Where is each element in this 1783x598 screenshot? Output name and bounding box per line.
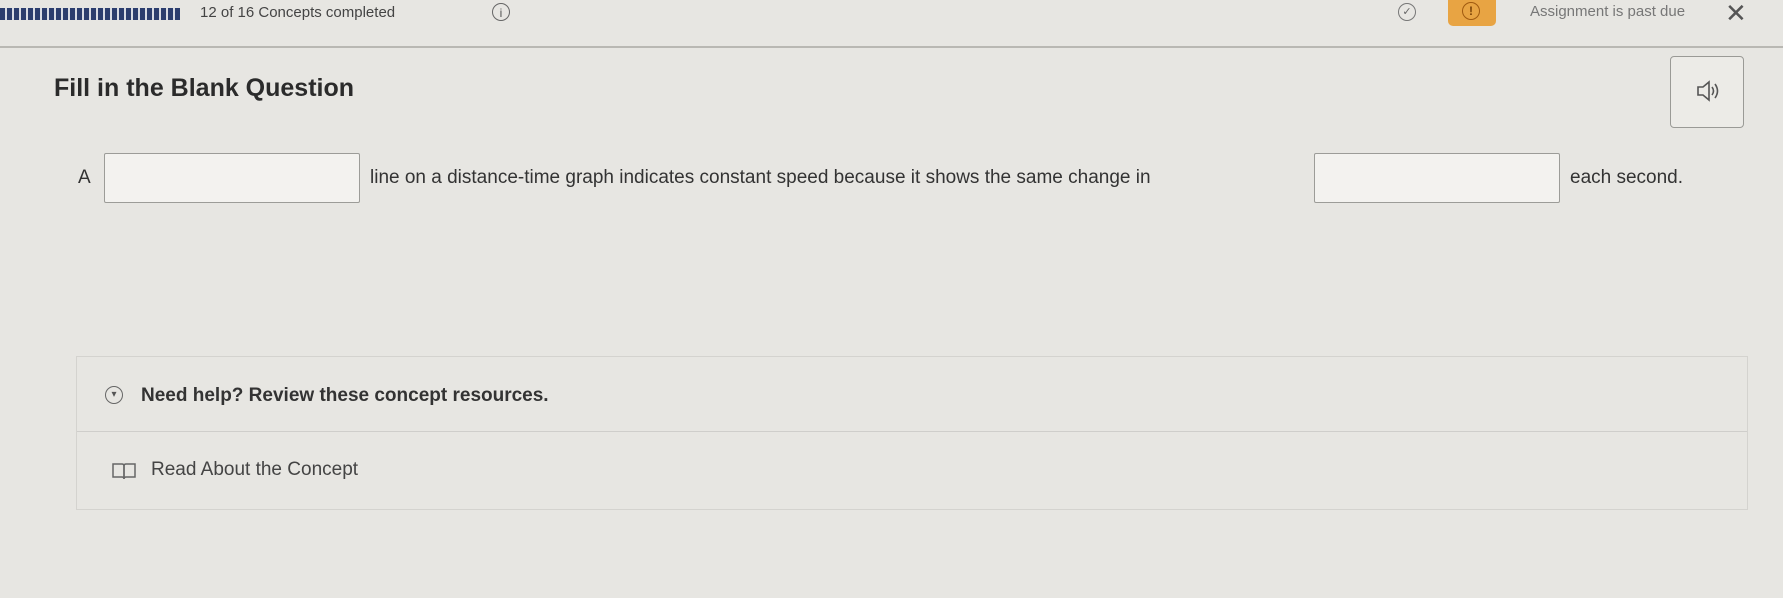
help-panel: ▾ Need help? Review these concept resour…	[76, 356, 1748, 510]
info-icon[interactable]: i	[492, 3, 510, 21]
check-icon[interactable]: ✓	[1398, 3, 1416, 21]
past-due-status: Assignment is past due	[1530, 3, 1686, 20]
blank-input-2[interactable]	[1314, 153, 1560, 203]
question-sentence: A line on a distance-time graph indicate…	[78, 150, 1758, 206]
resource-item-read-concept[interactable]: Read About the Concept	[77, 431, 1747, 509]
speaker-icon	[1697, 80, 1719, 102]
progress-bar	[0, 8, 180, 20]
warning-badge[interactable]: !	[1448, 0, 1496, 26]
read-aloud-button[interactable]	[1670, 56, 1744, 128]
help-toggle[interactable]: ▾ Need help? Review these concept resour…	[77, 357, 1747, 432]
sentence-part-before: A	[78, 167, 91, 188]
sentence-part-middle: line on a distance-time graph indicates …	[370, 167, 1151, 188]
help-toggle-label: Need help? Review these concept resource…	[141, 385, 549, 406]
top-bar: 12 of 16 Concepts completed i ✓ ! Assign…	[0, 0, 1783, 44]
chevron-down-icon: ▾	[105, 386, 123, 404]
sentence-part-after: each second.	[1570, 167, 1684, 188]
progress-text: 12 of 16 Concepts completed	[200, 4, 396, 21]
book-icon	[112, 463, 136, 480]
blank-input-1[interactable]	[104, 153, 360, 203]
header-divider	[0, 46, 1783, 48]
question-title: Fill in the Blank Question	[54, 74, 355, 102]
close-icon[interactable]: ✕	[1725, 0, 1747, 29]
resource-label: Read About the Concept	[151, 459, 359, 480]
warning-icon: !	[1462, 2, 1480, 20]
